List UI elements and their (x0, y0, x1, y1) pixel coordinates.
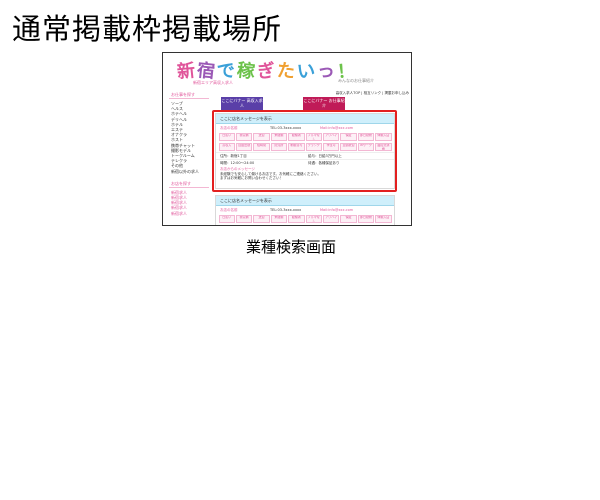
sidebar-category-link[interactable]: 新宿以外の求人 (171, 169, 207, 174)
listing-feature-tag: 寮完備 (235, 215, 253, 223)
listing-feature-tag: 日払い (218, 215, 235, 223)
logo-char: 稼 (235, 60, 258, 83)
logo-char: っ (315, 60, 338, 83)
standard-slot-highlight (212, 110, 397, 192)
listing-feature-tag: アリバイ (322, 215, 340, 223)
listing-contact: お店の名前 TEL:03-3xxx-xxxx Mail:info@xxx.com (216, 206, 394, 214)
listing-mail[interactable]: Mail:info@xxx.com (320, 206, 353, 214)
listing-feature-tag: 経験者 (288, 215, 305, 223)
page-title: 通常掲載枠掲載場所 (12, 12, 283, 46)
sidebar-heading: お仕事を探す (169, 91, 209, 99)
listing-feature-tag: 即日勤務 (357, 215, 375, 223)
logo-subtitle: 新宿エリア高収入求人 (193, 80, 233, 85)
top-links[interactable]: 高収入求人TOP | 相互リンク | 掲載お申し込み (287, 91, 409, 96)
listing-feature-tag: ノルマなし (305, 215, 322, 223)
logo-subtitle-right: みんなのお仕事紹介 (338, 78, 374, 83)
listing-feature-tag: 送迎 (253, 215, 270, 223)
site-header: 新宿で稼ぎたいっ！ 新宿エリア高収入求人 みんなのお仕事紹介 (163, 53, 411, 89)
site-screenshot: 新宿で稼ぎたいっ！ 新宿エリア高収入求人 みんなのお仕事紹介 高収入求人TOP … (162, 52, 412, 226)
listing-feature-tag: 体験入店 (375, 215, 392, 223)
listing-tags-row: 日払い 寮完備 送迎 未経験 経験者 ノルマなし アリバイ 保証 即日勤務 体験入店 (216, 214, 394, 224)
sidebar-shop-list: 新宿求人 新宿求人 新宿求人 新宿求人 新宿求人 (169, 188, 209, 218)
listing-feature-tag: 未経験 (270, 215, 288, 223)
listing-block-second: ここに店名メッセージを表示 お店の名前 TEL:03-3xxx-xxxx Mai… (215, 195, 395, 225)
sidebar-heading-shops: お店を探す (169, 180, 209, 188)
sidebar-shop-link[interactable]: 新宿求人 (171, 211, 207, 216)
listing-feature-tag: 保証 (340, 215, 357, 223)
listing-tel: TEL:03-3xxx-xxxx (270, 208, 302, 212)
banner-right[interactable]: ここにバナー お仕事紹介 (303, 97, 345, 111)
listing-shop-name[interactable]: お店の名前 (220, 206, 270, 214)
banner-left[interactable]: ここにバナー 高収入求人 (221, 97, 263, 111)
screenshot-caption: 業種検索画面 (246, 238, 337, 256)
sidebar-category-list: ソープ ヘルス ホテヘル デリヘル ホテル エステ オナクラ ホスト 携帯チャット 撮影モデル トー… (169, 99, 209, 176)
listing-title[interactable]: ここに店名メッセージを表示 (216, 196, 394, 206)
banner-area: ここにバナー 高収入求人 ここにバナー お仕事紹介 (213, 97, 345, 111)
logo-char: た (275, 60, 298, 83)
sidebar: お仕事を探す ソープ ヘルス ホテヘル デリヘル ホテル エステ オナクラ ホスト 携帯チャット… (169, 91, 209, 223)
